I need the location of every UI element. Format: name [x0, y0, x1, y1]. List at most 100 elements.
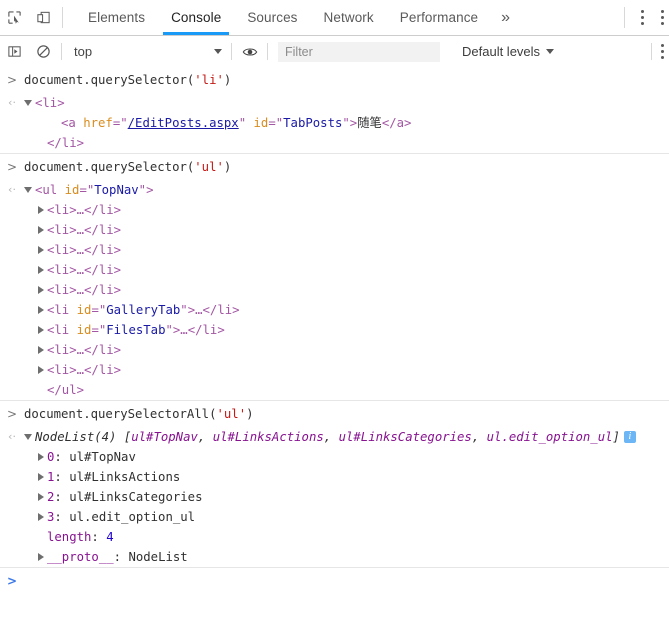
- filter-input[interactable]: [278, 41, 440, 62]
- code-token: </li>: [187, 323, 225, 337]
- console-result-line: 2: ul#LinksCategories: [24, 487, 669, 507]
- disclosure-triangle-collapsed-icon[interactable]: [38, 325, 44, 334]
- device-toolbar-button[interactable]: [29, 0, 58, 35]
- console-result-row[interactable]: </ul>: [0, 380, 669, 400]
- log-levels-selector[interactable]: Default levels: [462, 44, 555, 59]
- disclosure-triangle-collapsed-icon[interactable]: [38, 492, 44, 501]
- code-token: 'li': [194, 73, 224, 87]
- console-result-line: <a href="/EditPosts.aspx" id="TabPosts">…: [24, 113, 669, 133]
- console-result-row[interactable]: <li>…</li>: [0, 240, 669, 260]
- console-result-row[interactable]: <li id="FilesTab">…</li>: [0, 320, 669, 340]
- chevron-down-icon: [214, 49, 222, 54]
- console-result-row[interactable]: </li>: [0, 133, 669, 153]
- code-token: ul#LinksActions: [69, 470, 181, 484]
- code-token: href: [83, 116, 113, 130]
- info-icon[interactable]: i: [623, 430, 636, 443]
- console-result-line: 1: ul#LinksActions: [24, 467, 669, 487]
- console-command-row[interactable]: > document.querySelector('li'): [0, 67, 669, 93]
- console-result-line: __proto__: NodeList: [24, 547, 669, 567]
- disclosure-triangle-collapsed-icon[interactable]: [38, 205, 44, 214]
- code-token: <li>: [35, 96, 65, 110]
- disclosure-triangle-collapsed-icon[interactable]: [38, 245, 44, 254]
- code-token: ul#LinksCategories: [338, 430, 472, 444]
- tab-sources[interactable]: Sources: [234, 0, 310, 35]
- console-result-row[interactable]: <li>…</li>: [0, 260, 669, 280]
- disclosure-triangle-collapsed-icon[interactable]: [38, 452, 44, 461]
- code-token: ,: [197, 430, 213, 444]
- code-token: </li>: [84, 343, 122, 357]
- code-token[interactable]: /EditPosts.aspx: [128, 116, 239, 130]
- console-result-row[interactable]: <li>…</li>: [0, 220, 669, 240]
- tab-performance[interactable]: Performance: [387, 0, 491, 35]
- disclosure-triangle-collapsed-icon[interactable]: [38, 365, 44, 374]
- code-token: TabPosts: [283, 116, 343, 130]
- console-result-row[interactable]: <li>…</li>: [0, 340, 669, 360]
- console-result-row[interactable]: __proto__: NodeList: [0, 547, 669, 567]
- console-sidebar-toggle-button[interactable]: [0, 36, 29, 67]
- devtools-main-menu-button[interactable]: [629, 0, 655, 35]
- code-token: NodeList: [128, 550, 188, 564]
- code-token: id: [76, 323, 92, 337]
- disclosure-triangle-collapsed-icon[interactable]: [38, 265, 44, 274]
- console-prompt-row[interactable]: >: [0, 568, 669, 592]
- console-result-row[interactable]: <li id="GalleryTab">…</li>: [0, 300, 669, 320]
- console-result-row[interactable]: <li>…</li>: [0, 280, 669, 300]
- disclosure-triangle-collapsed-icon[interactable]: [38, 512, 44, 521]
- clear-console-button[interactable]: [29, 36, 58, 67]
- console-result-row[interactable]: 1: ul#LinksActions: [0, 467, 669, 487]
- devtools-close-button[interactable]: [655, 0, 669, 35]
- console-result-line: <li>: [24, 93, 669, 113]
- console-result-row[interactable]: ‹· <ul id="TopNav">: [0, 180, 669, 200]
- console-result-row[interactable]: ‹· <li>: [0, 93, 669, 113]
- console-result-line: <li>…</li>: [24, 260, 669, 280]
- code-token: ): [246, 407, 254, 421]
- console-result-row[interactable]: <li>…</li>: [0, 360, 669, 380]
- code-token: <li>: [47, 363, 77, 377]
- console-result-line: <li>…</li>: [24, 200, 669, 220]
- code-token: 随笔: [357, 116, 382, 130]
- code-token: ]: [612, 430, 620, 444]
- console-result-row[interactable]: 2: ul#LinksCategories: [0, 487, 669, 507]
- disclosure-triangle-collapsed-icon[interactable]: [38, 305, 44, 314]
- console-settings-button[interactable]: [655, 44, 669, 59]
- more-tabs-button[interactable]: »: [491, 0, 520, 35]
- tab-console[interactable]: Console: [158, 0, 234, 35]
- code-token: </li>: [84, 363, 122, 377]
- console-result-row[interactable]: length: 4: [0, 527, 669, 547]
- console-result-row[interactable]: <li>…</li>: [0, 200, 669, 220]
- kebab-dot: [660, 16, 664, 19]
- code-token: …: [76, 263, 85, 277]
- disclosure-triangle-collapsed-icon[interactable]: [38, 345, 44, 354]
- console-result-row[interactable]: <a href="/EditPosts.aspx" id="TabPosts">…: [0, 113, 669, 133]
- code-token: </li>: [84, 283, 122, 297]
- tab-elements[interactable]: Elements: [75, 0, 158, 35]
- code-token: </li>: [84, 223, 122, 237]
- execution-context-selector[interactable]: top: [65, 36, 228, 67]
- code-token: :: [54, 510, 70, 524]
- console-command-row[interactable]: > document.querySelector('ul'): [0, 154, 669, 180]
- console-result-row[interactable]: ‹· NodeList(4) [ul#TopNav, ul#LinksAction…: [0, 427, 669, 447]
- console-result-row[interactable]: 0: ul#TopNav: [0, 447, 669, 467]
- disclosure-triangle-expanded-icon[interactable]: [24, 433, 32, 440]
- code-token: =": [79, 183, 95, 197]
- console-prompt-arrow-icon: >: [6, 574, 18, 588]
- console-result-line: <li id="GalleryTab">…</li>: [24, 300, 669, 320]
- code-token: =": [91, 303, 107, 317]
- disclosure-triangle-expanded-icon[interactable]: [24, 99, 32, 106]
- disclosure-triangle-expanded-icon[interactable]: [24, 186, 32, 193]
- disclosure-triangle-collapsed-icon[interactable]: [38, 552, 44, 561]
- code-token: …: [76, 283, 85, 297]
- console-result-line: </li>: [24, 133, 669, 153]
- inspect-element-button[interactable]: [0, 0, 29, 35]
- filterbar-divider-3: [267, 43, 268, 60]
- disclosure-triangle-collapsed-icon[interactable]: [38, 472, 44, 481]
- console-result-row[interactable]: 3: ul.edit_option_ul: [0, 507, 669, 527]
- tab-network[interactable]: Network: [311, 0, 387, 35]
- disclosure-triangle-collapsed-icon[interactable]: [38, 285, 44, 294]
- kebab-dot: [640, 16, 644, 19]
- console-command-row[interactable]: > document.querySelectorAll('ul'): [0, 401, 669, 427]
- console-result-line: <li id="FilesTab">…</li>: [24, 320, 669, 340]
- console-message-list[interactable]: > document.querySelector('li') ‹· <li> <a hr…: [0, 67, 669, 642]
- disclosure-triangle-collapsed-icon[interactable]: [38, 225, 44, 234]
- live-expression-button[interactable]: [235, 36, 264, 67]
